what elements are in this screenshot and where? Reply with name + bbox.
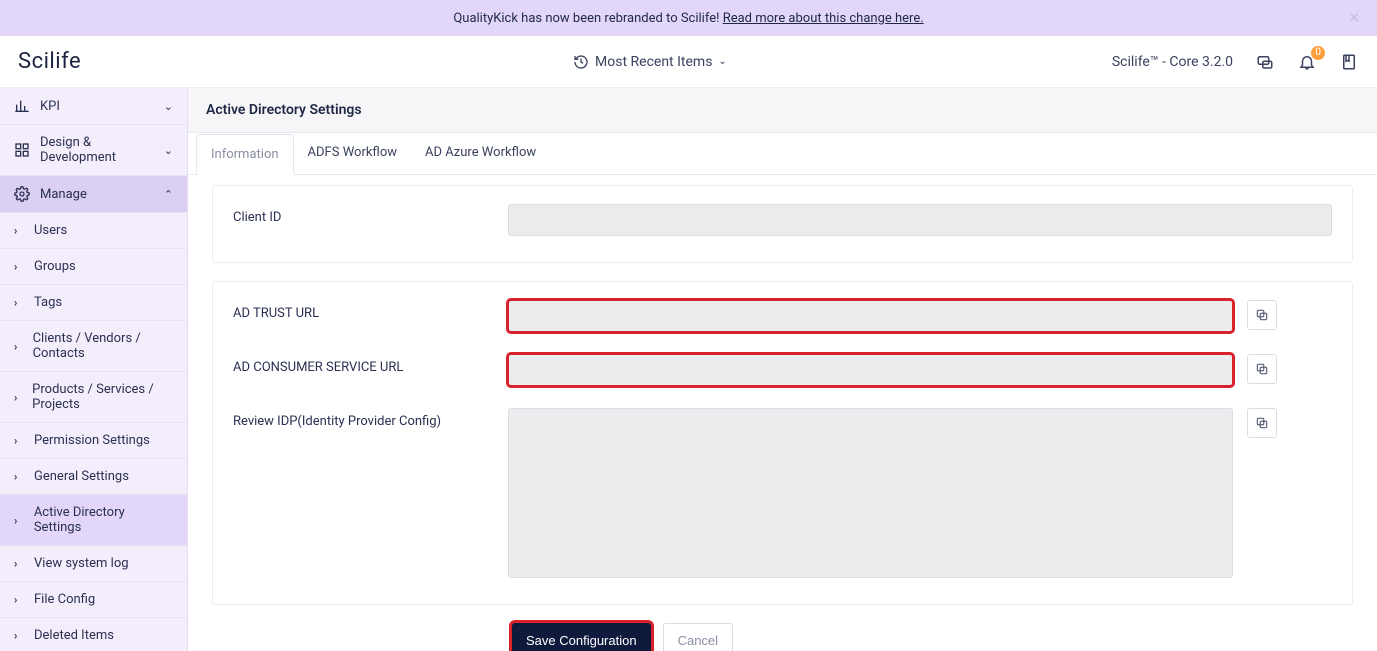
copy-idp-button[interactable]	[1247, 408, 1277, 438]
chevron-right-icon: ›	[14, 593, 24, 606]
tab-bar: Information ADFS Workflow AD Azure Workf…	[188, 133, 1377, 175]
ad-consumer-url-label: AD CONSUMER SERVICE URL	[233, 354, 508, 375]
app-header: Scilife Most Recent Items ⌄ Scilife™ - C…	[0, 36, 1377, 88]
main-content: Active Directory Settings Information AD…	[188, 88, 1377, 651]
sidebar-item-deleted-items[interactable]: ›Deleted Items	[0, 618, 187, 651]
client-id-input[interactable]	[508, 204, 1332, 236]
chevron-down-icon: ⌄	[164, 144, 173, 157]
ad-config-panel: AD TRUST URL AD CONSUMER SERVICE URL	[212, 281, 1353, 605]
banner-link[interactable]: Read more about this change here.	[723, 11, 924, 26]
cancel-button[interactable]: Cancel	[663, 623, 733, 651]
copy-icon	[1255, 308, 1269, 322]
copy-trust-url-button[interactable]	[1247, 300, 1277, 330]
chart-icon	[14, 98, 30, 114]
chat-icon[interactable]	[1255, 52, 1275, 72]
ad-consumer-url-input[interactable]	[508, 354, 1233, 386]
bell-icon[interactable]: 0	[1297, 52, 1317, 72]
sidebar-item-products[interactable]: ›Products / Services / Projects	[0, 372, 187, 423]
tab-adfs-workflow[interactable]: ADFS Workflow	[294, 133, 411, 174]
sidebar-item-general-settings[interactable]: ›General Settings	[0, 459, 187, 495]
grid-icon	[14, 142, 30, 158]
chevron-right-icon: ›	[14, 340, 23, 353]
sidebar-item-clients[interactable]: ›Clients / Vendors / Contacts	[0, 321, 187, 372]
tab-ad-azure-workflow[interactable]: AD Azure Workflow	[411, 133, 550, 174]
copy-icon	[1255, 416, 1269, 430]
history-icon	[573, 54, 589, 70]
chevron-right-icon: ›	[14, 470, 24, 483]
notification-badge: 0	[1311, 46, 1325, 60]
sidebar-item-file-config[interactable]: ›File Config	[0, 582, 187, 618]
sidebar-item-view-system-log[interactable]: ›View system log	[0, 546, 187, 582]
review-idp-label: Review IDP(Identity Provider Config)	[233, 408, 508, 429]
version-label: Scilife™ - Core 3.2.0	[1112, 54, 1233, 70]
chevron-right-icon: ›	[14, 557, 24, 570]
save-configuration-button[interactable]: Save Configuration	[512, 623, 651, 651]
sidebar: KPI ⌄ Design & Development ⌄ Manage ⌃ ›U…	[0, 88, 188, 651]
rebrand-banner: QualityKick has now been rebranded to Sc…	[0, 0, 1377, 36]
review-idp-textarea[interactable]	[508, 408, 1233, 578]
chevron-down-icon: ⌄	[718, 56, 726, 67]
chevron-right-icon: ›	[14, 296, 24, 309]
client-id-label: Client ID	[233, 204, 508, 225]
copy-icon	[1255, 362, 1269, 376]
chevron-right-icon: ›	[14, 260, 24, 273]
sidebar-item-kpi[interactable]: KPI ⌄	[0, 88, 187, 125]
chevron-right-icon: ›	[14, 224, 24, 237]
recent-items-dropdown[interactable]: Most Recent Items ⌄	[188, 54, 1112, 70]
chevron-right-icon: ›	[14, 434, 24, 447]
sidebar-item-design-development[interactable]: Design & Development ⌄	[0, 125, 187, 176]
sidebar-item-users[interactable]: ›Users	[0, 213, 187, 249]
chevron-up-icon: ⌃	[164, 188, 173, 201]
sidebar-item-permission-settings[interactable]: ›Permission Settings	[0, 423, 187, 459]
close-icon[interactable]: ×	[1349, 8, 1359, 29]
sidebar-item-groups[interactable]: ›Groups	[0, 249, 187, 285]
chevron-right-icon: ›	[14, 391, 22, 404]
sidebar-item-active-directory-settings[interactable]: ›Active Directory Settings	[0, 495, 187, 546]
chevron-right-icon: ›	[14, 514, 24, 527]
page-title: Active Directory Settings	[188, 88, 1377, 133]
ad-trust-url-input[interactable]	[508, 300, 1233, 332]
sidebar-item-manage[interactable]: Manage ⌃	[0, 176, 187, 213]
gear-icon	[14, 186, 30, 202]
bookmark-icon[interactable]	[1339, 52, 1359, 72]
chevron-down-icon: ⌄	[164, 100, 173, 113]
ad-trust-url-label: AD TRUST URL	[233, 300, 508, 321]
client-id-panel: Client ID	[212, 185, 1353, 263]
sidebar-item-tags[interactable]: ›Tags	[0, 285, 187, 321]
copy-consumer-url-button[interactable]	[1247, 354, 1277, 384]
banner-text: QualityKick has now been rebranded to Sc…	[453, 11, 923, 26]
chevron-right-icon: ›	[14, 629, 24, 642]
logo: Scilife	[18, 49, 188, 74]
tab-information[interactable]: Information	[196, 134, 294, 175]
